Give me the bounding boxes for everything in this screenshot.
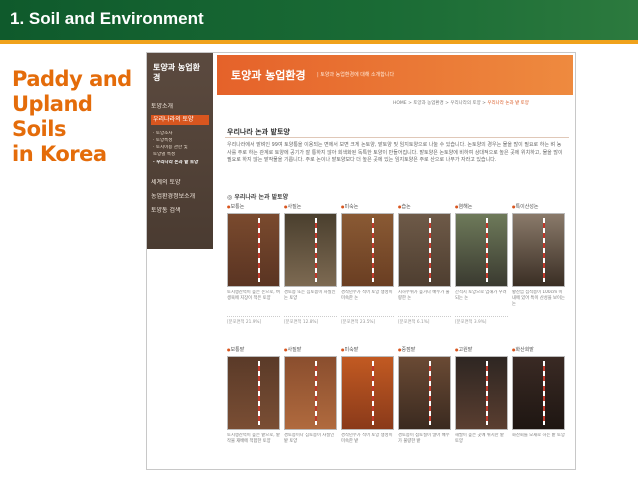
section-divider [225, 137, 569, 138]
soil-card-description: 해발이 높은 곳에 위치한 밭 토양 [455, 433, 504, 444]
breadcrumb-current: 우리나라 논과 밭 토양 [487, 101, 529, 106]
soil-card-area-share: [분포면적 21.9%] [227, 316, 280, 325]
soil-card-label: 사질밭 [284, 346, 337, 354]
soil-card-description: 화산회를 모재로 하는 밭 토양 [512, 433, 565, 438]
slide-title: 1. Soil and Environment [10, 9, 204, 28]
measuring-stick [372, 361, 374, 425]
soil-profile-image [341, 213, 394, 287]
measuring-stick [315, 218, 317, 282]
breadcrumb: HOME > 토양과 농업환경 > 우리나라의 토양 > 우리나라 논과 밭 토… [393, 100, 529, 106]
soil-card-description: 토지생산력이 높은 논으로, 벼 생육에 지장이 적은 토양 [227, 290, 280, 301]
soil-card-label: 중점밭 [398, 346, 451, 354]
breadcrumb-path[interactable]: HOME > 토양과 농업환경 > 우리나라의 토양 > [393, 101, 487, 106]
measuring-stick [429, 218, 431, 282]
upland-soil-card[interactable]: 미숙밭경작년수가 적어 토양 생성이 미숙한 밭 [341, 346, 394, 457]
paddy-soil-card[interactable]: 염해논간척지 토양으로 염해가 우려되는 논 [분포면적 3.9%] [455, 203, 508, 325]
soil-profile-image [398, 356, 451, 430]
soil-profile-image [284, 213, 337, 287]
sidebar-subitem[interactable]: · 토양조사 [153, 131, 211, 137]
sidebar-item-world-soils[interactable]: 세계의 토양 [151, 179, 209, 187]
measuring-stick [258, 361, 260, 425]
side-heading: Paddy and Upland Soils in Korea [12, 67, 142, 167]
soil-profile-image [512, 213, 565, 287]
soil-card-label: 습논 [398, 203, 451, 211]
soil-card-label: 미숙논 [341, 203, 394, 211]
measuring-stick [258, 218, 260, 282]
soil-profile-image [455, 213, 508, 287]
website-screenshot: 토양과 농업환경 토양소개 우리나라의 토양 · 토양조사 · 토양특성 · 토… [146, 52, 576, 470]
sidebar-subitem[interactable]: · 토양특성 [153, 138, 211, 144]
measuring-stick [486, 361, 488, 425]
soil-card-label: 미숙밭 [341, 346, 394, 354]
measuring-stick [543, 361, 545, 425]
measuring-stick [486, 218, 488, 282]
upland-soil-card[interactable]: 보통밭토지생산력이 높은 밭으로, 밭작물 재배에 적합한 토양 [227, 346, 280, 457]
slide: 1. Soil and Environment Paddy and Upland… [0, 0, 638, 479]
soil-card-description: 경토층이 점토질이 많아 배수가 불량한 밭 [398, 433, 450, 444]
header-accent-stripe [0, 40, 638, 44]
paddy-soil-card[interactable]: 특이산성논황산염 집적층이 100cm 이내에 있어 특이 산성을 보이는 논 [512, 203, 565, 314]
soil-card-area-share: [분포면적 12.8%] [284, 316, 337, 325]
measuring-stick [315, 361, 317, 425]
paddy-soil-card[interactable]: 습논지하수위가 높거나 배수가 불량한 논 [분포면적 6.1%] [398, 203, 451, 325]
soil-card-area-share: [분포면적 6.1%] [398, 316, 451, 325]
soil-card-description: 경작년수가 적어 토양 생성이 미숙한 밭 [341, 433, 393, 444]
soil-card-description: 토지생산력이 높은 밭으로, 밭작물 재배에 적합한 토양 [227, 433, 280, 444]
soil-card-description: 경토층이나 심토층이 사질인 밭 토양 [284, 433, 335, 444]
measuring-stick [372, 218, 374, 282]
soil-card-description: 황산염 집적층이 100cm 이내에 있어 특이 산성을 보이는 논 [512, 290, 565, 307]
subsection-title: ◎ 우리나라 논과 밭토양 [227, 194, 289, 201]
measuring-stick [543, 218, 545, 282]
soil-card-label: 염해논 [455, 203, 508, 211]
upland-soil-card[interactable]: 화산회밭화산회를 모재로 하는 밭 토양 [512, 346, 565, 457]
section-body: 우리나라에서 밭벼인 99여 토양통을 이용되는 면에서 보면 크게 논토양, … [227, 142, 563, 163]
sidebar-subitem-current[interactable]: · 우리나라 논과 밭 토양 [153, 160, 211, 166]
soil-card-area-share: [분포면적 3.9%] [455, 316, 508, 325]
soil-profile-image [227, 213, 280, 287]
slide-header: 1. Soil and Environment [0, 0, 638, 40]
soil-card-label: 화산회밭 [512, 346, 565, 354]
soil-card-description: 간척지 토양으로 염해가 우려되는 논 [455, 290, 507, 301]
paddy-soil-card[interactable]: 보통논토지생산력이 높은 논으로, 벼 생육에 지장이 적은 토양 [분포면적 2… [227, 203, 280, 325]
soil-card-label: 보통밭 [227, 346, 280, 354]
banner-title: 토양과 농업환경 [231, 69, 306, 82]
site-banner: 토양과 농업환경 | 토양과 농업환경에 대해 소개합니다 [217, 55, 573, 95]
soil-profile-image [341, 356, 394, 430]
soil-card-label: 사질논 [284, 203, 337, 211]
site-sidebar: 토양과 농업환경 토양소개 우리나라의 토양 · 토양조사 · 토양특성 · 토… [147, 53, 213, 249]
sidebar-item-agri-env-info[interactable]: 농업환경정보소개 [151, 193, 209, 201]
soil-card-description: 경토층 또는 심토층이 사질인 논 토양 [284, 290, 336, 301]
upland-soil-card[interactable]: 사질밭경토층이나 심토층이 사질인 밭 토양 [284, 346, 337, 457]
soil-profile-image [455, 356, 508, 430]
sidebar-title: 토양과 농업환경 [153, 63, 200, 82]
soil-card-area-share: [분포면적 23.5%] [341, 316, 394, 325]
paddy-soil-card[interactable]: 미숙논경작년수가 적어 토양 생성이 미숙한 논 [분포면적 23.5%] [341, 203, 394, 325]
paddy-soil-card[interactable]: 사질논경토층 또는 심토층이 사질인 논 토양 [분포면적 12.8%] [284, 203, 337, 325]
soil-profile-image [227, 356, 280, 430]
upland-soil-card[interactable]: 중점밭경토층이 점토질이 많아 배수가 불량한 밭 [398, 346, 451, 457]
soil-profile-image [284, 356, 337, 430]
section-title: 우리나라 논과 밭토양 [227, 128, 290, 136]
upland-soil-card[interactable]: 고원밭해발이 높은 곳에 위치한 밭 토양 [455, 346, 508, 457]
sidebar-item-korean-soils[interactable]: 우리나라의 토양 [151, 115, 209, 125]
sidebar-item-soil-search[interactable]: 토양통 검색 [151, 207, 209, 215]
soil-card-label: 보통논 [227, 203, 280, 211]
sidebar-item-soil-intro[interactable]: 토양소개 [151, 103, 209, 111]
measuring-stick [429, 361, 431, 425]
sidebar-subitem[interactable]: 토양별 특성 [153, 152, 211, 158]
soil-card-description: 지하수위가 높거나 배수가 불량한 논 [398, 290, 450, 301]
soil-card-description: 경작년수가 적어 토양 생성이 미숙한 논 [341, 290, 393, 301]
banner-subtitle: | 토양과 농업환경에 대해 소개합니다 [317, 72, 395, 78]
sidebar-subitem[interactable]: · 토지이용 관한 및 [153, 145, 211, 151]
side-heading-line: Upland Soils [12, 92, 93, 141]
soil-card-label: 특이산성논 [512, 203, 565, 211]
side-heading-line: Paddy and [12, 67, 132, 91]
soil-profile-image [398, 213, 451, 287]
soil-card-label: 고원밭 [455, 346, 508, 354]
side-heading-line: in Korea [12, 142, 107, 166]
soil-profile-image [512, 356, 565, 430]
